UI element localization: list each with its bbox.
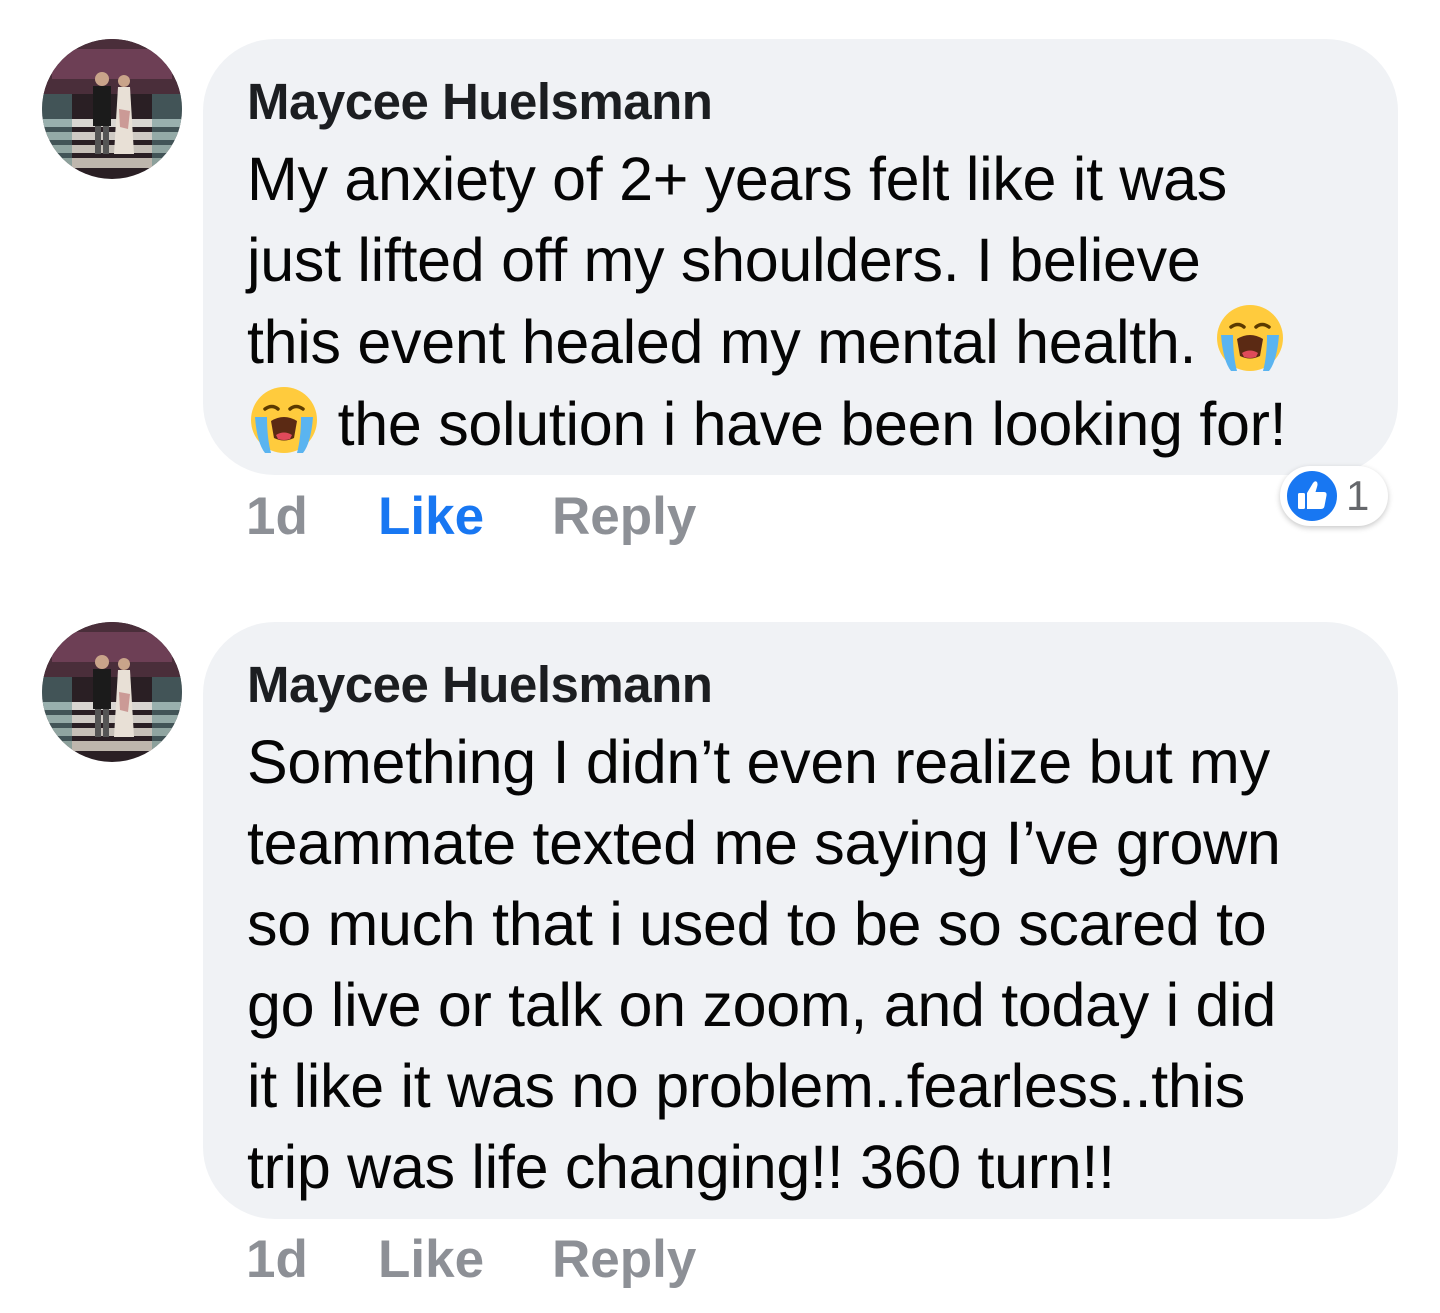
like-button[interactable]: Like xyxy=(378,1225,484,1295)
crying-face-emoji-icon xyxy=(247,383,321,457)
comment-text: My anxiety of 2+ years felt like it was … xyxy=(247,139,1358,465)
comment-timestamp[interactable]: 1d xyxy=(246,482,308,552)
comment-bubble: Maycee Huelsmann Something I didn’t even… xyxy=(203,622,1398,1219)
thumbs-up-icon xyxy=(1285,469,1339,523)
reaction-count: 1 xyxy=(1346,472,1370,519)
avatar[interactable] xyxy=(42,39,182,179)
comment-text: Something I didn’t even realize but my t… xyxy=(247,722,1358,1208)
comment-timestamp[interactable]: 1d xyxy=(246,1225,308,1295)
comment-line: just lifted off my shoulders. I believe xyxy=(247,226,1201,294)
avatar[interactable] xyxy=(42,622,182,762)
comment-line: go live or talk on zoom, and today i did xyxy=(247,971,1276,1039)
comment-author[interactable]: Maycee Huelsmann xyxy=(247,656,1358,714)
comment-line: trip was life changing!! 360 turn!! xyxy=(247,1133,1115,1201)
comment-line: it like it was no problem..fearless..thi… xyxy=(247,1052,1245,1120)
comment-line: this event healed my mental health. xyxy=(247,308,1197,376)
reply-button[interactable]: Reply xyxy=(552,482,696,552)
comment-line: My anxiety of 2+ years felt like it was xyxy=(247,145,1227,213)
comment-line: so much that i used to be so scared to xyxy=(247,890,1267,958)
reply-button[interactable]: Reply xyxy=(552,1225,696,1295)
comment-line: teammate texted me saying I’ve grown xyxy=(247,809,1281,877)
comment-bubble: Maycee Huelsmann My anxiety of 2+ years … xyxy=(203,39,1398,475)
like-button[interactable]: Like xyxy=(378,482,484,552)
comment-line: the solution i have been looking for! xyxy=(337,390,1287,458)
reaction-summary[interactable]: 1 xyxy=(1280,466,1388,526)
comment-author[interactable]: Maycee Huelsmann xyxy=(247,73,1358,131)
comment-line: Something I didn’t even realize but my xyxy=(247,728,1270,796)
crying-face-emoji-icon xyxy=(1213,301,1287,375)
